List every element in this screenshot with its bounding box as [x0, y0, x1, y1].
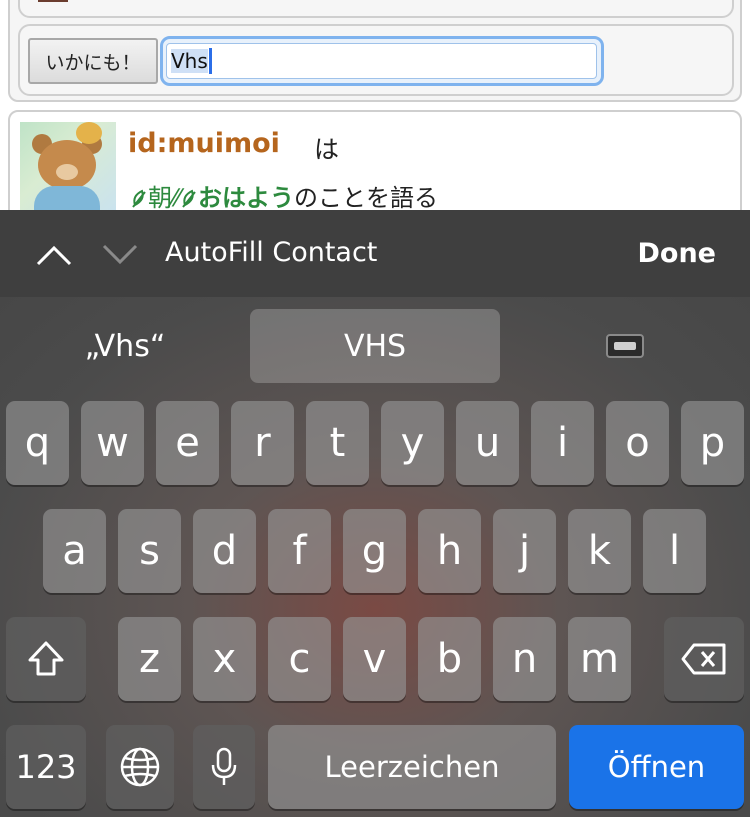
- microphone-icon: [211, 747, 237, 785]
- keyword-link-2[interactable]: おはよう: [198, 184, 294, 210]
- key-g[interactable]: g: [343, 509, 406, 593]
- entry-username-link[interactable]: id:muimoi: [128, 128, 280, 159]
- key-p[interactable]: p: [681, 401, 744, 485]
- leaf-icon: [182, 189, 196, 208]
- entry-particle: は: [314, 135, 340, 164]
- previous-thumbnail: [38, 0, 68, 2]
- key-o[interactable]: o: [606, 401, 669, 485]
- key-u[interactable]: u: [456, 401, 519, 485]
- dictation-key[interactable]: [193, 725, 255, 809]
- input-value: Vhs: [171, 49, 208, 73]
- web-content: いかにも！ Vhs id:muimoi は 朝⁄⁄ おはようのことを語る: [0, 0, 750, 210]
- globe-icon: [120, 747, 160, 787]
- open-key[interactable]: Öffnen: [569, 725, 744, 809]
- space-key[interactable]: Leerzeichen: [268, 725, 556, 809]
- avatar[interactable]: [20, 122, 116, 210]
- keyboard-accessory-bar: AutoFill Contact Done: [0, 210, 750, 297]
- key-h[interactable]: h: [418, 509, 481, 593]
- bear-body: [34, 186, 100, 210]
- numbers-key[interactable]: 123: [6, 725, 86, 809]
- key-x[interactable]: x: [193, 617, 256, 701]
- entry-suffix: のことを語る: [294, 184, 439, 210]
- shift-key[interactable]: [6, 617, 86, 701]
- key-d[interactable]: d: [193, 509, 256, 593]
- key-q[interactable]: q: [6, 401, 69, 485]
- globe-key[interactable]: [106, 725, 174, 809]
- entry-card: id:muimoi は 朝⁄⁄ おはようのことを語る: [8, 110, 742, 210]
- keyboard: „Vhs“ VHS qwertyuiop asdfghjkl zxcvbnm 1…: [0, 297, 750, 817]
- leaf-icon: [132, 189, 146, 208]
- comment-form: いかにも！ Vhs: [18, 24, 734, 96]
- key-t[interactable]: t: [306, 401, 369, 485]
- key-s[interactable]: s: [118, 509, 181, 593]
- key-e[interactable]: e: [156, 401, 219, 485]
- autofill-contact-button[interactable]: AutoFill Contact: [165, 237, 377, 268]
- text-caret: [208, 48, 212, 74]
- keyword-separator: ⁄⁄: [172, 184, 181, 210]
- videocassette-icon: [606, 334, 644, 358]
- chevron-up-icon[interactable]: [34, 234, 74, 274]
- key-b[interactable]: b: [418, 617, 481, 701]
- key-z[interactable]: z: [118, 617, 181, 701]
- key-l[interactable]: l: [643, 509, 706, 593]
- previous-box: [18, 0, 734, 18]
- chevron-down-icon[interactable]: [100, 234, 140, 274]
- ikanimo-button[interactable]: いかにも！: [28, 38, 158, 84]
- key-j[interactable]: j: [493, 509, 556, 593]
- bear-snout: [56, 164, 78, 180]
- text-field-focus-ring: Vhs: [160, 36, 604, 86]
- key-m[interactable]: m: [568, 617, 631, 701]
- key-a[interactable]: a: [43, 509, 106, 593]
- bird: [76, 122, 102, 144]
- keyword-link-1[interactable]: 朝: [148, 184, 172, 210]
- key-w[interactable]: w: [81, 401, 144, 485]
- shift-icon: [28, 641, 64, 676]
- entry-keywords: 朝⁄⁄ おはようのことを語る: [130, 178, 438, 210]
- suggestion-2[interactable]: VHS: [250, 309, 500, 383]
- key-n[interactable]: n: [493, 617, 556, 701]
- backspace-icon: [681, 643, 726, 675]
- key-c[interactable]: c: [268, 617, 331, 701]
- suggestion-1[interactable]: „Vhs“: [0, 309, 250, 383]
- delete-key[interactable]: [664, 617, 744, 701]
- key-y[interactable]: y: [381, 401, 444, 485]
- key-i[interactable]: i: [531, 401, 594, 485]
- key-r[interactable]: r: [231, 401, 294, 485]
- done-button[interactable]: Done: [638, 238, 717, 269]
- comment-input[interactable]: Vhs: [166, 43, 597, 79]
- key-f[interactable]: f: [268, 509, 331, 593]
- key-k[interactable]: k: [568, 509, 631, 593]
- key-v[interactable]: v: [343, 617, 406, 701]
- suggestion-3[interactable]: [500, 309, 750, 383]
